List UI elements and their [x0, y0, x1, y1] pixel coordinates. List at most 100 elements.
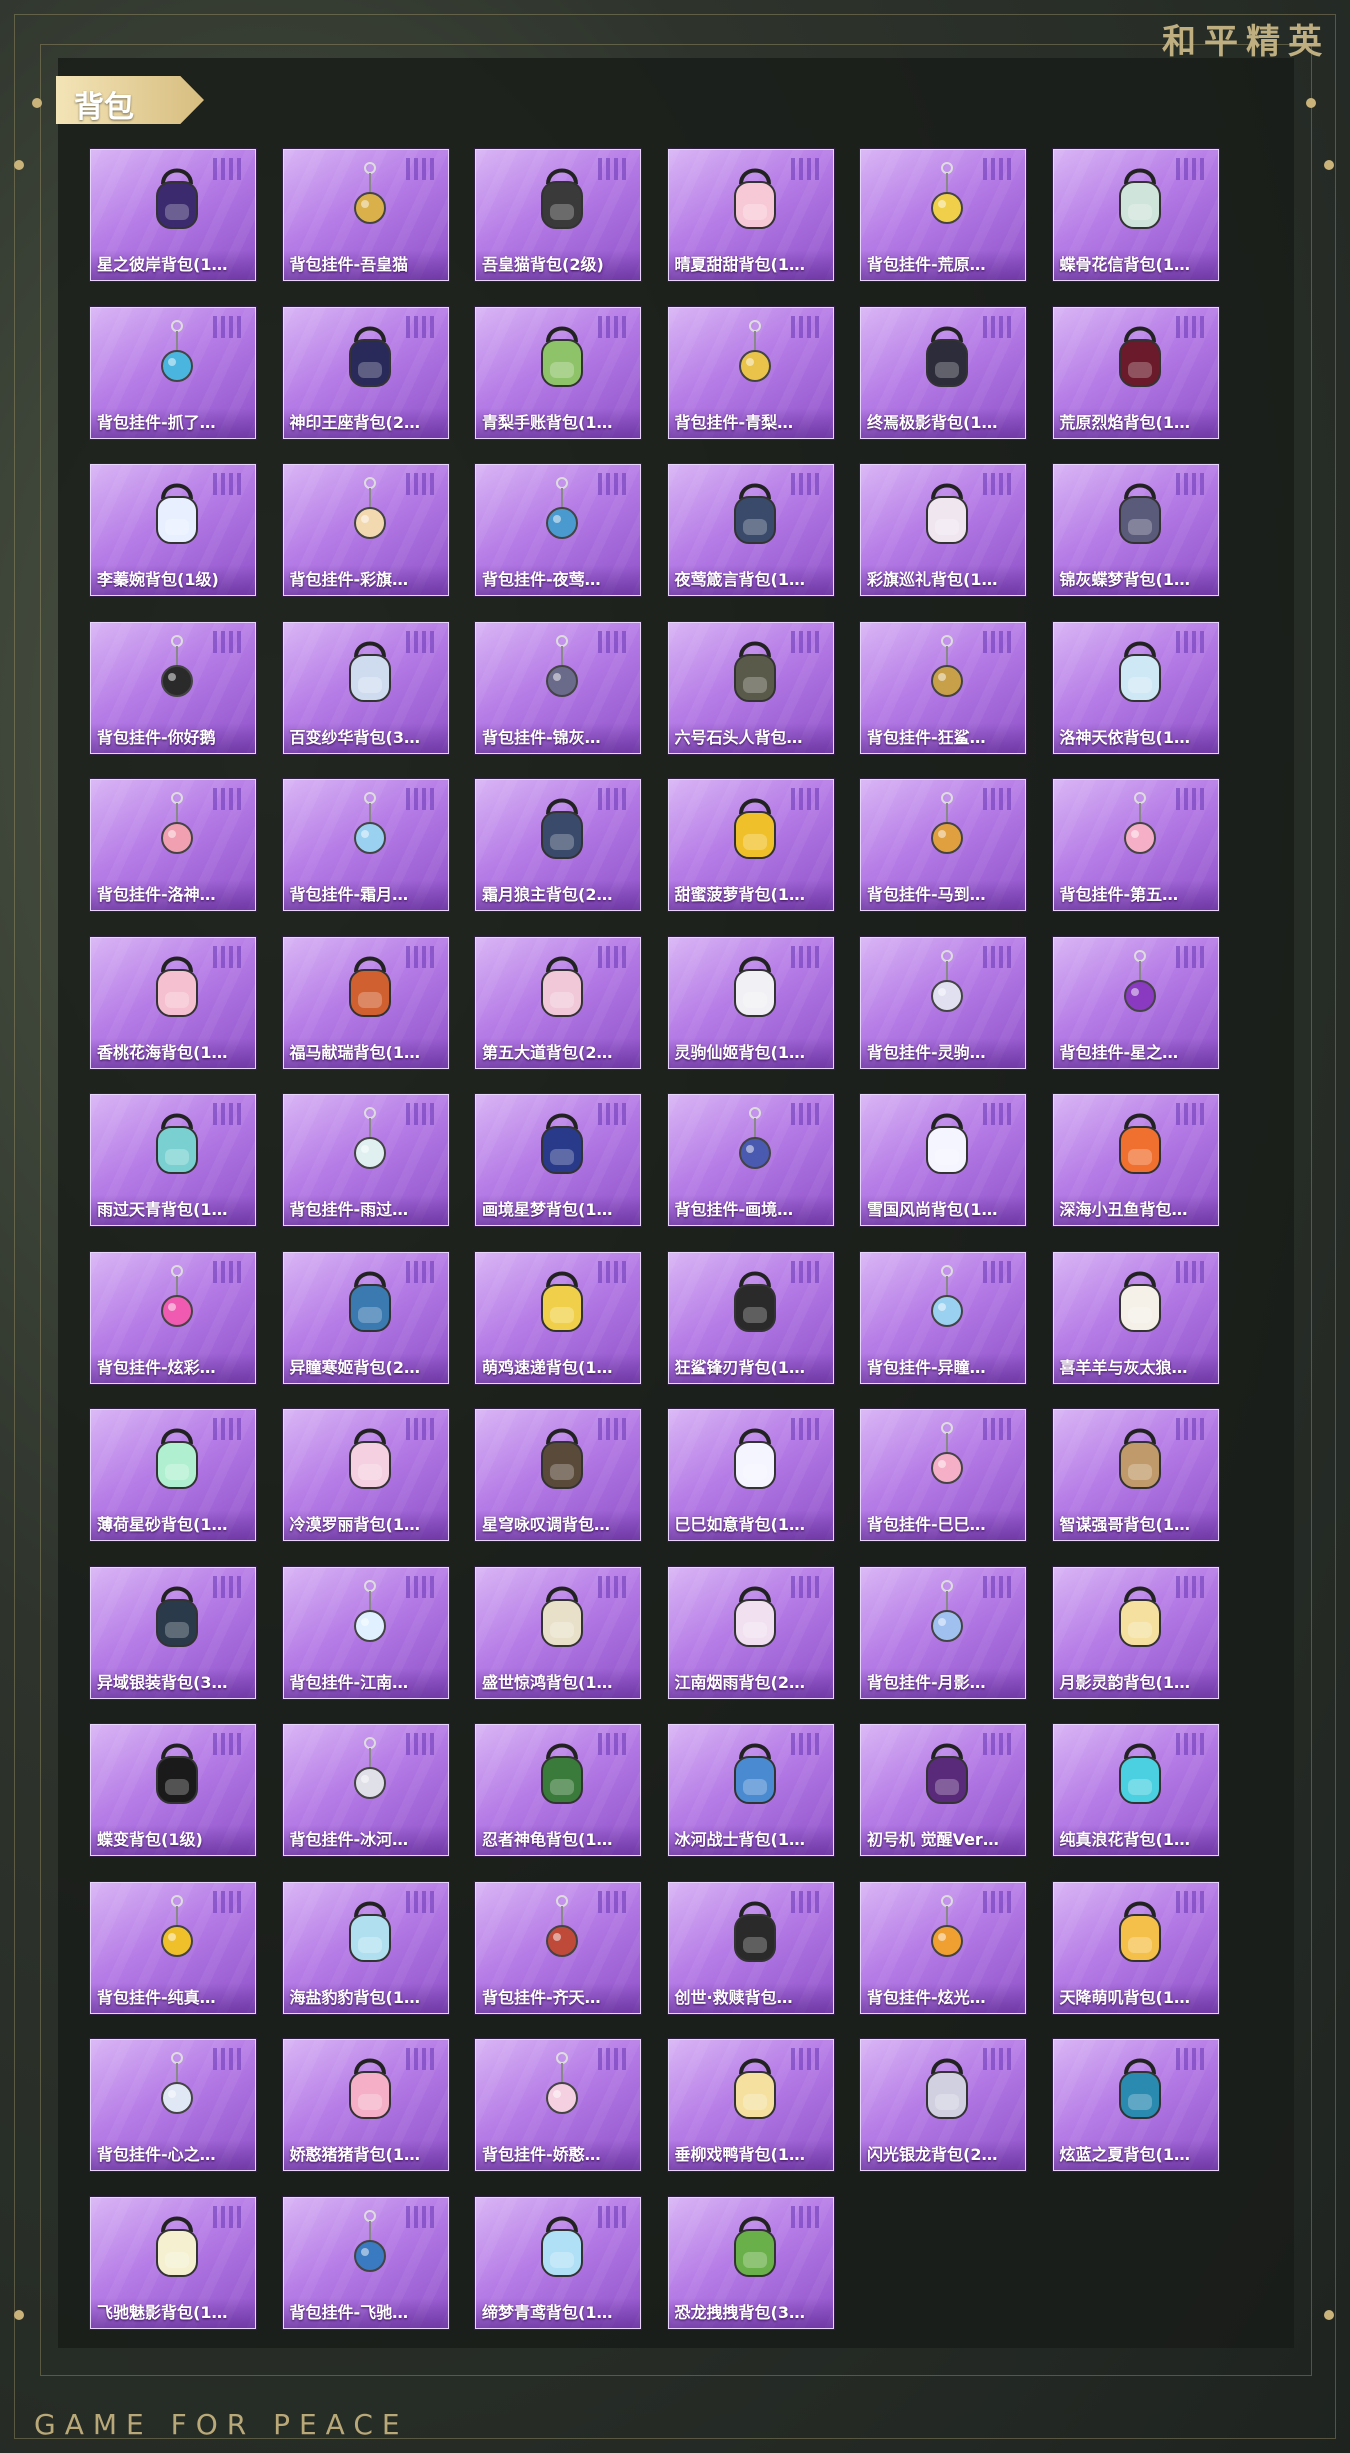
item-card[interactable]: 灵驹仙姬背包(1… [667, 936, 834, 1069]
item-card[interactable]: 背包挂件-心之… [90, 2039, 256, 2171]
item-card[interactable]: 霜月狼主背包(2… [475, 779, 641, 911]
item-card[interactable]: 背包挂件-冰河… [282, 1724, 449, 1856]
backpack-icon [725, 1735, 785, 1813]
item-card[interactable]: 娇憨猪猪背包(1… [282, 2039, 449, 2171]
item-card[interactable]: 纯真浪花背包(1… [1052, 1724, 1219, 1856]
item-card[interactable]: 背包挂件-娇憨… [475, 2039, 641, 2171]
rarity-bars-icon [598, 1733, 626, 1755]
item-card[interactable]: 香桃花海背包(1… [90, 936, 256, 1069]
item-card[interactable]: 忍者神龟背包(1… [475, 1724, 641, 1856]
item-card[interactable]: 李蓁婉背包(1级) [90, 464, 256, 596]
item-card[interactable]: 背包挂件-马到… [860, 779, 1026, 911]
backpack-icon [917, 2050, 977, 2128]
item-card[interactable]: 盛世惊鸿背包(1… [475, 1566, 641, 1699]
item-card[interactable]: 海盐豹豹背包(1… [282, 1881, 449, 2014]
item-card[interactable]: 神印王座背包(2… [282, 306, 449, 439]
item-card[interactable]: 六号石头人背包… [667, 621, 834, 754]
item-card[interactable]: 背包挂件-你好鹅 [90, 621, 256, 754]
item-card[interactable]: 背包挂件-雨过… [282, 1094, 449, 1226]
backpack-icon [725, 1893, 785, 1971]
item-card[interactable]: 背包挂件-异瞳… [860, 1251, 1026, 1384]
item-card[interactable]: 背包挂件-荒原… [860, 149, 1026, 281]
item-card[interactable]: 巳巳如意背包(1… [667, 1409, 834, 1541]
item-card[interactable]: 星之彼岸背包(1… [90, 149, 256, 281]
item-card[interactable]: 背包挂件-月影… [860, 1566, 1026, 1699]
item-card[interactable]: 飞驰魅影背包(1… [90, 2196, 256, 2329]
pendant-icon [340, 1578, 400, 1656]
item-name: 巳巳如意背包(1… [668, 1510, 833, 1540]
item-card[interactable]: 炫蓝之夏背包(1… [1052, 2039, 1219, 2171]
item-card[interactable]: 荒原烈焰背包(1… [1052, 306, 1219, 439]
item-card[interactable]: 青梨手账背包(1… [475, 306, 641, 439]
item-card[interactable]: 缔梦青鸢背包(1… [475, 2196, 641, 2329]
item-card[interactable]: 薄荷星砂背包(1… [90, 1409, 256, 1541]
rarity-bars-icon [405, 315, 434, 338]
item-card[interactable]: 背包挂件-灵驹… [860, 936, 1026, 1069]
item-card[interactable]: 背包挂件-画境… [667, 1094, 834, 1226]
item-card[interactable]: 天降萌叽背包(1… [1052, 1881, 1219, 2014]
rarity-bars-icon [598, 1418, 626, 1440]
item-card[interactable]: 背包挂件-吾皇猫 [282, 149, 449, 281]
item-card[interactable]: 百变纱华背包(3… [282, 621, 449, 754]
item-card[interactable]: 智谋强哥背包(1… [1052, 1409, 1219, 1541]
item-name: 炫蓝之夏背包(1… [1053, 2140, 1218, 2170]
backpack-icon [1110, 1578, 1170, 1656]
item-card[interactable]: 锦灰蝶梦背包(1… [1052, 464, 1219, 596]
item-card[interactable]: 深海小丑鱼背包… [1052, 1094, 1219, 1226]
item-card[interactable]: 萌鸡速递背包(1… [475, 1251, 641, 1384]
item-card[interactable]: 画境星梦背包(1… [475, 1094, 641, 1226]
item-card[interactable]: 初号机 觉醒Ver… [860, 1724, 1026, 1856]
item-card[interactable]: 闪光银龙背包(2… [860, 2039, 1026, 2171]
pendant-icon [147, 790, 207, 868]
item-card[interactable]: 喜羊羊与灰太狼… [1052, 1251, 1219, 1384]
item-card[interactable]: 第五大道背包(2… [475, 936, 641, 1069]
item-card[interactable]: 异域银装背包(3… [90, 1566, 256, 1699]
item-card[interactable]: 背包挂件-飞驰… [282, 2196, 449, 2329]
item-card[interactable]: 垂柳戏鸭背包(1… [667, 2039, 834, 2171]
item-card[interactable]: 背包挂件-夜莺… [475, 464, 641, 596]
item-card[interactable]: 雨过天青背包(1… [90, 1094, 256, 1226]
rarity-bars-icon [1175, 1733, 1204, 1755]
rarity-bars-icon [405, 1890, 434, 1913]
item-card[interactable]: 月影灵韵背包(1… [1052, 1566, 1219, 1699]
item-card[interactable]: 背包挂件-锦灰… [475, 621, 641, 754]
item-card[interactable]: 恐龙拽拽背包(3… [667, 2196, 834, 2329]
item-card[interactable]: 终焉极影背包(1… [860, 306, 1026, 439]
item-card[interactable]: 背包挂件-炫光… [860, 1881, 1026, 2014]
item-card[interactable]: 背包挂件-霜月… [282, 779, 449, 911]
item-card[interactable]: 福马献瑞背包(1… [282, 936, 449, 1069]
item-card[interactable]: 彩旗巡礼背包(1… [860, 464, 1026, 596]
item-card[interactable]: 背包挂件-狂鲨… [860, 621, 1026, 754]
item-card[interactable]: 背包挂件-青梨… [667, 306, 834, 439]
item-card[interactable]: 背包挂件-彩旗… [282, 464, 449, 596]
item-card[interactable]: 背包挂件-星之… [1052, 936, 1219, 1069]
item-card[interactable]: 背包挂件-炫彩… [90, 1251, 256, 1384]
item-card[interactable]: 星穹咏叹调背包… [475, 1409, 641, 1541]
item-card[interactable]: 异瞳寒姬背包(2… [282, 1251, 449, 1384]
item-card[interactable]: 创世·救赎背包… [667, 1881, 834, 2014]
item-card[interactable]: 背包挂件-巳巳… [860, 1409, 1026, 1541]
item-card[interactable]: 背包挂件-第五… [1052, 779, 1219, 911]
item-card[interactable]: 背包挂件-抓了… [90, 306, 256, 439]
item-card[interactable]: 洛神天依背包(1… [1052, 621, 1219, 754]
pendant-icon [532, 2050, 592, 2128]
item-card[interactable]: 雪国风尚背包(1… [860, 1094, 1026, 1226]
item-card[interactable]: 冰河战士背包(1… [667, 1724, 834, 1856]
item-card[interactable]: 背包挂件-齐天… [475, 1881, 641, 2014]
item-card[interactable]: 夜莺箴言背包(1… [667, 464, 834, 596]
item-card[interactable]: 冷漠罗丽背包(1… [282, 1409, 449, 1541]
item-card[interactable]: 吾皇猫背包(2级) [475, 149, 641, 281]
item-card[interactable]: 背包挂件-纯真… [90, 1881, 256, 2014]
item-card[interactable]: 甜蜜菠萝背包(1… [667, 779, 834, 911]
backpack-icon [147, 2208, 207, 2286]
item-card[interactable]: 蝶骨花信背包(1… [1052, 149, 1219, 281]
item-card[interactable]: 背包挂件-洛神… [90, 779, 256, 911]
rarity-bars-icon [213, 1575, 241, 1598]
item-card[interactable]: 江南烟雨背包(2… [667, 1566, 834, 1699]
item-card[interactable]: 蝶变背包(1级) [90, 1724, 256, 1856]
item-card[interactable]: 狂鲨锋刃背包(1… [667, 1251, 834, 1384]
pendant-icon [1110, 790, 1170, 868]
item-card[interactable]: 晴夏甜甜背包(1… [667, 149, 834, 281]
item-card[interactable]: 背包挂件-江南… [282, 1566, 449, 1699]
rarity-bars-icon [790, 1103, 819, 1125]
